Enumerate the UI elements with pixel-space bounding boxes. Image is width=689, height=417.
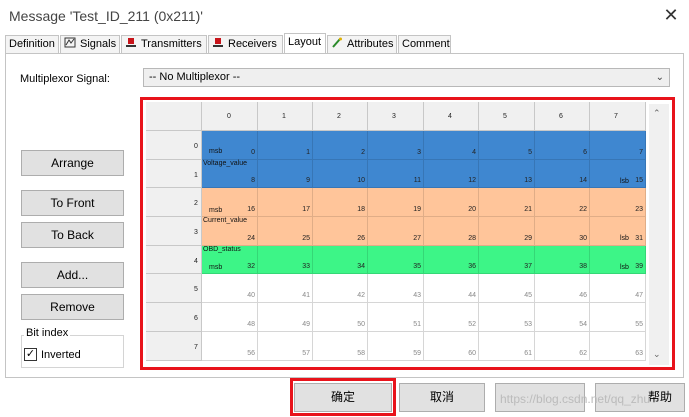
transmitter-icon (126, 38, 136, 47)
multiplexor-select[interactable]: -- No Multiplexor -- ⌄ (143, 68, 670, 87)
tab-attributes[interactable]: Attributes (327, 35, 397, 53)
close-icon[interactable]: ✕ (660, 4, 682, 26)
tab-receivers-label: Receivers (228, 38, 277, 50)
tab-definition-label: Definition (9, 38, 55, 50)
tab-layout-label: Layout (288, 36, 322, 48)
title-bar: Message 'Test_ID_211 (0x211)' ✕ (0, 0, 689, 32)
help-label: 帮助 (647, 390, 672, 404)
multiplexor-label: Multiplexor Signal: (20, 73, 110, 85)
tab-transmitters-label: Transmitters (141, 38, 202, 50)
remove-button[interactable]: Remove (21, 294, 124, 320)
highlight-frame-ok (290, 378, 396, 416)
watermark: https://blog.csdn.net/qq_zhu (500, 392, 651, 406)
bit-index-label: Bit index (24, 327, 71, 339)
tab-attributes-label: Attributes (347, 38, 394, 50)
chevron-down-icon: ⌄ (655, 72, 664, 83)
multiplexor-value: -- No Multiplexor -- (149, 71, 241, 83)
tab-receivers[interactable]: Receivers (208, 35, 283, 53)
inverted-label: Inverted (41, 349, 81, 361)
tab-signals[interactable]: Signals (60, 35, 120, 53)
tab-definition[interactable]: Definition (5, 35, 59, 53)
highlight-frame-grid (140, 97, 675, 370)
cancel-button[interactable]: 取消 (399, 383, 485, 412)
tab-comment-label: Comment (402, 38, 450, 50)
receiver-icon (213, 38, 223, 47)
tab-signals-label: Signals (80, 38, 117, 50)
inverted-checkbox[interactable]: ✓ (24, 348, 37, 361)
arrange-button[interactable]: Arrange (21, 150, 124, 176)
window-title: Message 'Test_ID_211 (0x211)' (9, 8, 203, 24)
tab-layout[interactable]: Layout (284, 33, 326, 53)
tab-strip: Definition Signals Transmitters Receiver… (5, 33, 684, 53)
tab-transmitters[interactable]: Transmitters (121, 35, 207, 53)
signal-icon (64, 37, 76, 48)
add-button[interactable]: Add... (21, 262, 124, 288)
tab-comment[interactable]: Comment (398, 35, 451, 53)
to-front-button[interactable]: To Front (21, 190, 124, 216)
to-back-button[interactable]: To Back (21, 222, 124, 248)
attributes-icon (332, 37, 342, 48)
